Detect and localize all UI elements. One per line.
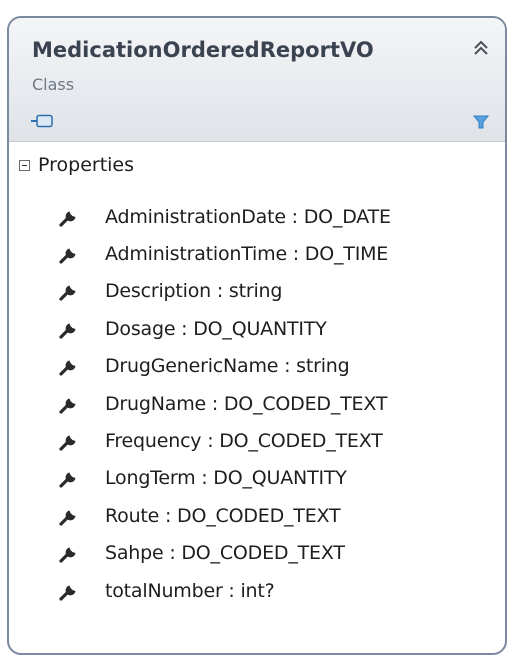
property-row[interactable]: Sahpe : DO_CODED_TEXT: [9, 535, 391, 572]
wrench-property-icon: [59, 248, 76, 264]
property-label: Dosage : DO_QUANTITY: [105, 317, 327, 340]
property-label: Description : string: [105, 280, 283, 303]
wrench-property-icon: [59, 211, 76, 227]
class-shape[interactable]: MedicationOrderedReportVO Class Properti…: [7, 16, 507, 655]
wrench-property-icon: [59, 585, 76, 601]
properties-compartment-header[interactable]: Properties: [19, 151, 134, 179]
collapse-chevron-icon[interactable]: [469, 36, 493, 60]
property-row[interactable]: AdministrationDate : DO_DATE: [9, 198, 391, 235]
property-label: DrugName : DO_CODED_TEXT: [105, 392, 388, 415]
property-row[interactable]: Frequency : DO_CODED_TEXT: [9, 422, 391, 459]
property-row[interactable]: DrugName : DO_CODED_TEXT: [9, 385, 391, 422]
class-header[interactable]: MedicationOrderedReportVO Class: [9, 18, 505, 142]
property-label: Frequency : DO_CODED_TEXT: [105, 430, 383, 453]
wrench-property-icon: [59, 510, 76, 526]
collapse-toggle-icon[interactable]: [19, 159, 30, 171]
property-row[interactable]: LongTerm : DO_QUANTITY: [9, 460, 391, 497]
property-row[interactable]: Description : string: [9, 273, 391, 310]
property-label: AdministrationTime : DO_TIME: [105, 243, 389, 266]
wrench-property-icon: [59, 398, 76, 414]
property-row[interactable]: Route : DO_CODED_TEXT: [9, 497, 391, 534]
property-label: DrugGenericName : string: [105, 355, 350, 378]
property-label: Route : DO_CODED_TEXT: [105, 504, 341, 527]
wrench-property-icon: [59, 472, 76, 489]
filter-icon[interactable]: [473, 114, 489, 130]
wrench-property-icon: [59, 547, 76, 563]
property-label: AdministrationDate : DO_DATE: [105, 205, 391, 228]
class-name[interactable]: MedicationOrderedReportVO: [32, 38, 374, 62]
wrench-property-icon: [59, 285, 76, 302]
property-row[interactable]: DrugGenericName : string: [9, 348, 391, 385]
property-row[interactable]: Dosage : DO_QUANTITY: [9, 310, 391, 347]
property-label: totalNumber : int?: [105, 579, 275, 602]
base-type-icon: [31, 114, 53, 128]
wrench-property-icon: [59, 360, 76, 376]
class-stereotype: Class: [32, 75, 75, 94]
property-label: LongTerm : DO_QUANTITY: [105, 467, 347, 490]
property-label: Sahpe : DO_CODED_TEXT: [105, 542, 345, 565]
wrench-property-icon: [59, 323, 76, 339]
wrench-property-icon: [59, 435, 76, 451]
property-list: AdministrationDate : DO_DATE Administrat…: [9, 198, 391, 609]
property-row[interactable]: AdministrationTime : DO_TIME: [9, 235, 391, 272]
compartment-title: Properties: [38, 154, 135, 176]
property-row[interactable]: totalNumber : int?: [9, 572, 391, 609]
